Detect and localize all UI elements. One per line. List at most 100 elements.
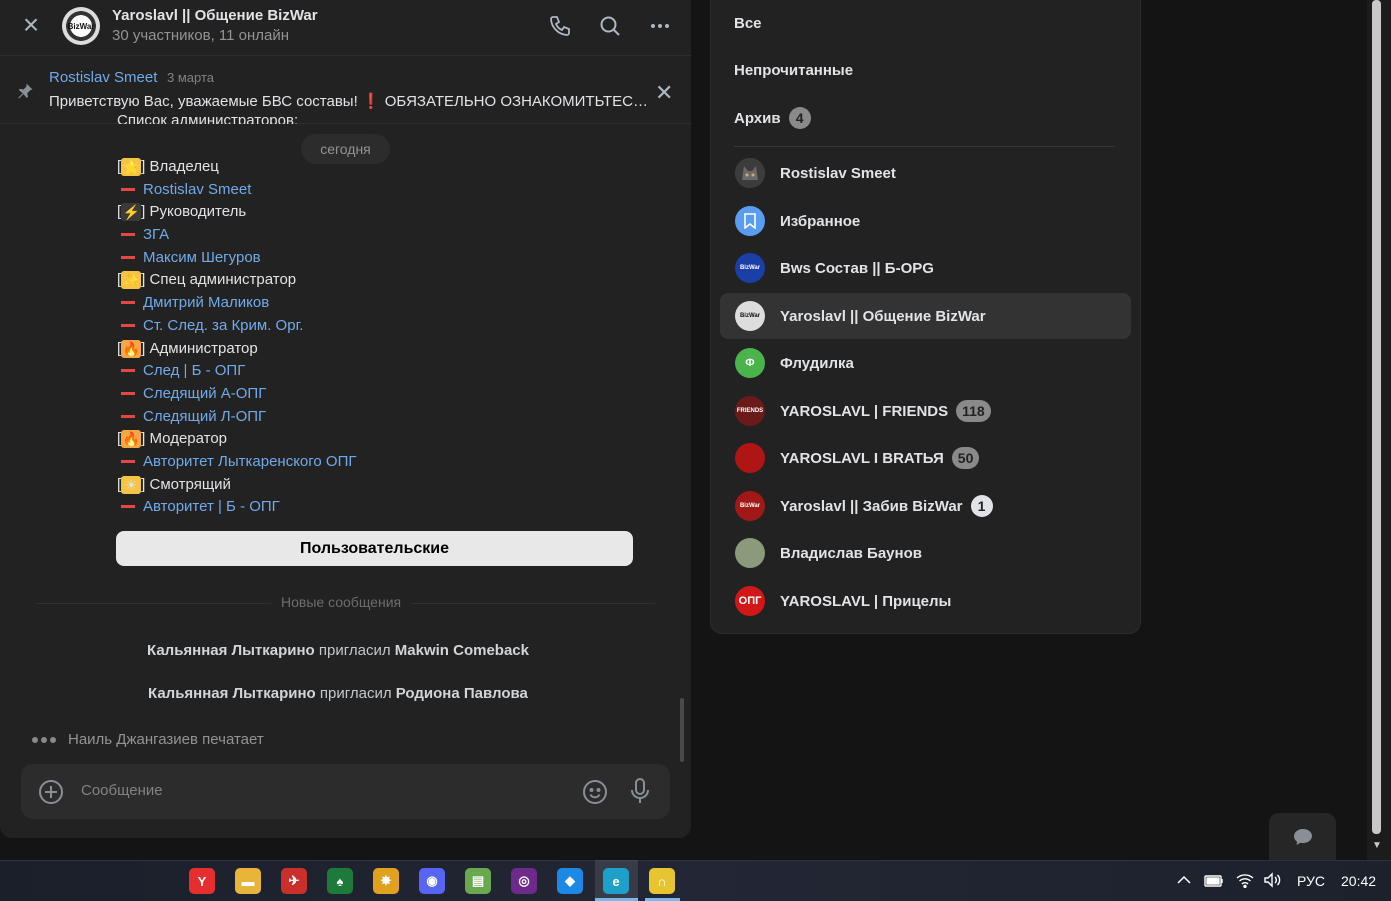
admin-link[interactable]: Дмитрий Маликов [143,294,269,311]
spark-app-icon[interactable]: ✸ [373,868,399,894]
date-divider: сегодня [301,134,390,164]
avatar-text: BizWar [739,265,761,271]
attach-plus-icon[interactable] [38,779,64,805]
conversation-item[interactable]: ОПГ YAROSLAVL | Прицелы [720,578,1131,624]
role-heading: [🔥] Администратор [117,340,258,358]
filter-all[interactable]: Все [734,15,762,32]
admin-link[interactable]: Авторитет | Б - ОПГ [143,498,280,515]
green-game-icon[interactable]: ♠ [327,868,353,894]
system-target[interactable]: Makwin Comeback [395,642,529,659]
system-verb: пригласил [318,642,391,659]
typing-indicator: Наиль Джангазиев печатает [32,731,264,748]
battery-icon[interactable] [1204,874,1224,891]
conversation-title: Владислав Баунов [780,544,922,562]
role-label: Владелец [149,158,219,175]
role-label: Руководитель [149,203,247,220]
admin-link[interactable]: Следящий А-ОПГ [143,385,266,402]
message-input[interactable] [81,782,561,799]
language-indicator[interactable]: РУС [1297,873,1325,889]
conversation-title: Флудилка [780,354,854,372]
admin-link[interactable]: След | Б - ОПГ [143,362,245,379]
conversation-name: YAROSLAVL | Прицелы [780,593,951,610]
conversation-name: Yaroslavl || Общение BizWar [780,308,986,325]
admin-link[interactable]: Максим Шегуров [143,249,261,266]
conversation-name: Флудилка [780,355,854,372]
conversation-item[interactable]: FRIENDS YAROSLAVL | FRIENDS 118 [720,388,1131,434]
conversation-item[interactable]: YAROSLAVL I BRATЬЯ 50 [720,435,1131,481]
wifi-icon[interactable] [1236,872,1254,891]
admin-entry: Авторитет Лыткаренского ОПГ [117,453,357,471]
system-actor[interactable]: Кальянная Лыткарино [148,685,316,702]
dash-icon [121,391,135,395]
scroll-down-arrow-icon[interactable]: ▼ [1372,840,1382,851]
conversation-avatar: BizWar [735,301,765,331]
headset-app-icon[interactable]: ∩ [649,868,675,894]
clock[interactable]: 20:42 [1341,873,1376,889]
admin-link[interactable]: Rostislav Smeet [143,181,251,198]
edge-icon[interactable]: e [603,868,629,894]
pinned-message[interactable] [0,57,691,124]
chat-avatar[interactable]: BizWar [62,7,100,45]
admin-entry: След | Б - ОПГ [117,362,245,380]
role-heading: [🔥] Модератор [117,430,228,448]
search-icon[interactable] [596,12,624,40]
chat-scrollbar[interactable] [680,698,684,762]
window-scrollbar-thumb[interactable] [1372,0,1381,834]
discord-icon[interactable]: ◉ [419,868,445,894]
more-icon[interactable] [646,12,674,40]
conversation-avatar: Ф [735,348,765,378]
obs-icon[interactable]: ◎ [511,868,537,894]
admin-link[interactable]: Следящий Л-ОПГ [143,408,266,425]
pinned-text[interactable]: Приветствую Вас, уважаемые БВС составы! … [49,92,649,110]
microphone-icon[interactable] [629,777,651,805]
chevron-up-icon[interactable] [1176,872,1192,891]
conversation-name: YAROSLAVL | FRIENDS 118 [780,400,991,422]
close-icon[interactable]: × [20,11,42,39]
avatar-text: BizWar [739,313,761,319]
close-pinned-icon[interactable]: ✕ [655,80,673,106]
conversation-avatar [735,538,765,568]
chat-panel [0,0,691,838]
chat-bubble-icon [1293,828,1312,845]
avatar-text: FRIENDS [736,408,764,414]
admin-entry: Следящий Л-ОПГ [117,408,266,426]
file-explorer-icon[interactable]: ▬ [235,868,261,894]
conversation-title: Избранное [780,212,861,230]
filter-archive[interactable]: Архив 4 [734,107,811,129]
conversation-avatar: BizWar [735,253,765,283]
conversation-item[interactable]: BizWar Bws Состав || Б-OPG [720,245,1131,291]
notepad-icon[interactable]: ▤ [465,868,491,894]
conversation-item[interactable]: BizWar Yaroslavl || Общение BizWar [720,293,1131,339]
system-message: Кальянная Лыткарино пригласил Makwin Com… [147,642,529,659]
dash-icon [121,323,135,327]
vscode-icon[interactable]: ◆ [557,868,583,894]
chat-title[interactable]: Yaroslavl || Общение BizWar [112,7,318,24]
conversation-item[interactable]: Избранное [720,198,1131,244]
emoji-icon[interactable] [582,779,608,805]
game-app-icon[interactable]: ✈ [281,868,307,894]
admin-entry: Дмитрий Маликов [117,294,269,312]
chat-participants[interactable]: 30 участников, 11 онлайн [112,27,289,44]
avatar-text: Ф [745,357,755,369]
admin-link[interactable]: Ст. След. за Крим. Орг. [143,317,303,334]
user-button[interactable]: Пользовательские [116,531,633,566]
dash-icon [121,504,135,508]
admin-link[interactable]: Авторитет Лыткаренского ОПГ [143,453,357,470]
dash-icon [121,232,135,236]
conversation-item[interactable]: BizWar Yaroslavl || Забив BizWar 1 [720,483,1131,529]
admin-link[interactable]: ЗГА [143,226,169,243]
conversation-item[interactable]: Rostislav Smeet [720,150,1131,196]
dash-icon [121,187,135,191]
volume-icon[interactable] [1263,872,1283,891]
yandex-browser-icon[interactable]: Y [189,868,215,894]
conversation-item[interactable]: Владислав Баунов [720,530,1131,576]
pinned-author[interactable]: Rostislav Smeet [49,69,157,86]
system-actor[interactable]: Кальянная Лыткарино [147,642,315,659]
pin-icon [16,82,34,105]
system-target[interactable]: Родиона Павлова [396,685,528,702]
chat-bubble-button[interactable] [1269,813,1336,860]
conversation-item[interactable]: Ф Флудилка [720,340,1131,386]
filter-unread[interactable]: Непрочитанные [734,62,853,79]
conversation-avatar: BizWar [735,491,765,521]
phone-icon[interactable] [546,12,574,40]
